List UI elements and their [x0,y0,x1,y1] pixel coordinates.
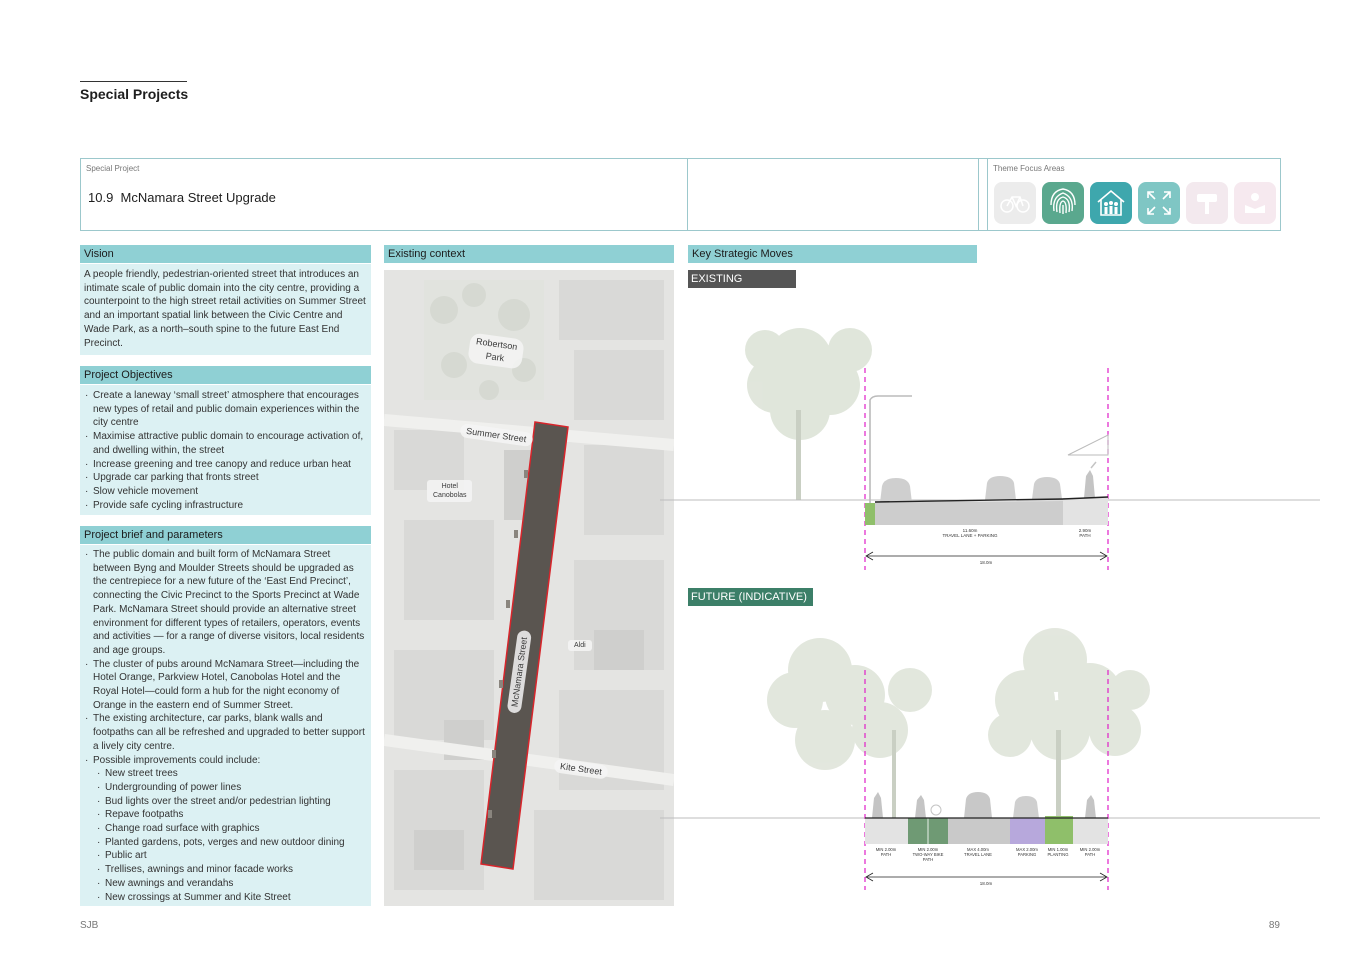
project-label: Special Project [86,164,140,173]
project-empty-cell [688,159,979,230]
list-item: The existing architecture, car parks, bl… [84,712,366,753]
list-item: Create a laneway ‘small street’ atmosphe… [84,389,366,430]
list-item: New crossings at Summer and Kite Street [93,891,366,905]
tree-icon [745,328,872,440]
project-name: McNamara Street Upgrade [120,190,276,205]
list-item: Slow vehicle movement [84,485,366,499]
list-item: Provide safe cycling infrastructure [84,499,366,513]
brief-body: The public domain and built form of McNa… [80,545,371,906]
theme-focus-label: Theme Focus Areas [993,164,1065,173]
future-path2-label: PATH [1085,852,1096,857]
context-heading: Existing context [384,245,674,263]
existing-total-dim: 18.0m [980,560,993,565]
context-aerial-map: Robertson Park Summer Street Hotel Canob… [384,270,674,906]
list-item: Change road surface with graphics [93,822,366,836]
project-title: 10.9 McNamara Street Upgrade [88,190,276,205]
list-item: The public domain and built form of McNa… [84,548,366,658]
learning-icon [1234,182,1276,224]
vision-text: A people friendly, pedestrian-oriented s… [80,264,371,355]
list-item: Trellises, awnings and minor facade work… [93,863,366,877]
tree-icon [988,628,1150,760]
project-header-box: Special Project 10.9 McNamara Street Upg… [80,158,1281,231]
list-item: Planted gardens, pots, verges and new ou… [93,836,366,850]
list-item: Possible improvements could include: New… [84,754,366,905]
street-sections: 11.60m TRAVEL LANE + PARKING 2.90m PATH … [660,328,1320,890]
aerial-drawing [384,270,674,906]
brief-list: The public domain and built form of McNa… [84,548,366,904]
aldi-label: Aldi [568,640,592,651]
project-number: 10.9 [88,190,114,205]
existing-path-label: PATH [1079,533,1090,538]
brief-section: Project brief and parameters The public … [80,526,371,906]
objectives-list: Create a laneway ‘small street’ atmosphe… [84,389,366,512]
hotel-canobolas-label: Hotel Canobolas [427,480,473,502]
fingerprint-icon [1042,182,1084,224]
section-rule [80,81,187,82]
vision-heading: Vision [80,245,371,263]
list-item: Bud lights over the street and/or pedest… [93,795,366,809]
heritage-icon [1186,182,1228,224]
future-parking-label: PARKING [1018,852,1037,857]
future-section: MIN 2.00m PATH MIN 2.00m TWO-WAY BIKE PA… [660,628,1320,890]
page-number: 89 [1268,920,1280,931]
list-item: New street trees [93,767,366,781]
existing-tag: EXISTING [688,270,796,288]
list-item: Upgrade car parking that fronts street [84,471,366,485]
future-total-dim: 18.0m [980,881,993,886]
future-planting-label: PLANTING [1048,852,1069,857]
existing-section: 11.60m TRAVEL LANE + PARKING 2.90m PATH … [660,328,1320,570]
list-item: The cluster of pubs around McNamara Stre… [84,658,366,713]
objectives-section: Project Objectives Create a laneway ‘sma… [80,366,371,515]
footer-brand: SJB [80,920,99,931]
list-item: Maximise attractive public domain to enc… [84,430,366,457]
improvements-list: New street trees Undergrounding of power… [93,767,366,904]
tree-icon [767,638,932,770]
list-item: Public art [93,849,366,863]
list-item: New awnings and verandahs [93,877,366,891]
list-item: Undergrounding of power lines [93,781,366,795]
project-spacer-cell [979,159,988,230]
future-path1-label: PATH [881,852,892,857]
objectives-body: Create a laneway ‘small street’ atmosphe… [80,385,371,515]
community-house-icon [1090,182,1132,224]
expand-arrows-icon [1138,182,1180,224]
theme-focus-cell: Theme Focus Areas [988,159,1280,230]
objectives-heading: Project Objectives [80,366,371,384]
future-bike-label-2: PATH [923,857,934,862]
future-lane-label: TRAVEL LANE [964,852,992,857]
project-title-cell: Special Project 10.9 McNamara Street Upg… [81,159,688,230]
brief-heading: Project brief and parameters [80,526,371,544]
existing-lane-label: TRAVEL LANE + PARKING [942,533,998,538]
bicycle-icon [994,182,1036,224]
list-item: Repave footpaths [93,808,366,822]
vision-section: Vision A people friendly, pedestrian-ori… [80,245,371,355]
moves-heading: Key Strategic Moves [688,245,977,263]
improvements-intro: Possible improvements could include: [93,754,261,766]
section-title: Special Projects [80,86,189,102]
list-item: Increase greening and tree canopy and re… [84,458,366,472]
